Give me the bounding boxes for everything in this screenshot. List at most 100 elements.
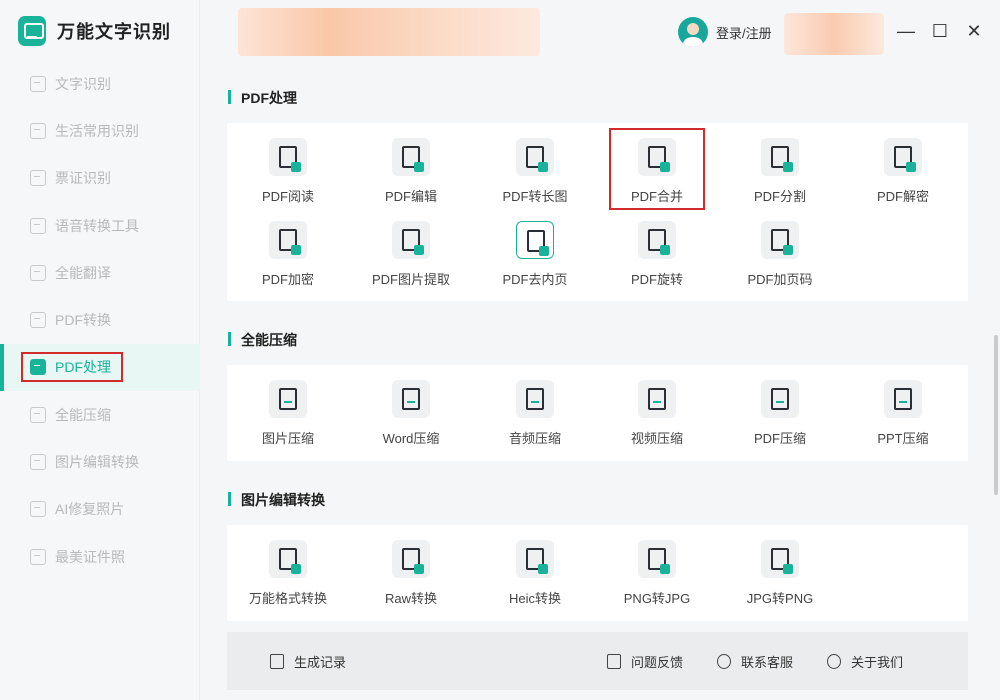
- chat-icon: [717, 654, 731, 669]
- sidebar-item-label: 票证识别: [55, 170, 111, 187]
- tool-pdf-rotate[interactable]: PDF旋转: [597, 221, 717, 297]
- sidebar-item-label: 最美证件照: [55, 548, 125, 565]
- compress-icon: [30, 406, 46, 423]
- pdf-decrypt-icon: [884, 138, 922, 176]
- sidebar-item-label: 全能翻译: [55, 264, 111, 281]
- user-login[interactable]: 登录/注册: [678, 17, 772, 47]
- pdf-edit-icon: [392, 138, 430, 176]
- pdf-process-icon: [30, 359, 46, 376]
- tool-pdf-add-page-numbers[interactable]: PDF加页码: [720, 221, 840, 297]
- pdf-rotate-icon: [638, 221, 676, 259]
- format-convert-icon: [269, 540, 307, 578]
- tool-pdf-edit[interactable]: PDF编辑: [351, 138, 471, 214]
- minimize-button[interactable]: —: [893, 18, 919, 44]
- section-title-compress: 全能压缩: [228, 330, 297, 350]
- sidebar: 万能文字识别 文字识别 生活常用识别 票证识别 语音转换工具 全能翻译 PDF转…: [0, 0, 200, 700]
- customer-service-button[interactable]: 联系客服: [717, 652, 793, 671]
- jpg-to-png-icon: [761, 540, 799, 578]
- scan-icon: [30, 75, 46, 92]
- tool-pdf-read[interactable]: PDF阅读: [228, 138, 348, 214]
- tool-word-compress[interactable]: Word压缩: [351, 380, 471, 456]
- tool-jpg-to-png[interactable]: JPG转PNG: [720, 540, 840, 616]
- panel-pdf-tools: PDF阅读 PDF编辑 PDF转长图 PDF合并 PDF分割 PDF解密 PDF…: [227, 123, 968, 301]
- tool-raw-convert[interactable]: Raw转换: [351, 540, 471, 616]
- pdf-remove-pages-icon: [516, 221, 554, 259]
- tool-audio-compress[interactable]: 音频压缩: [475, 380, 595, 456]
- video-compress-icon: [638, 380, 676, 418]
- sidebar-item-label: 文字识别: [55, 75, 111, 92]
- id-card-icon: [30, 170, 46, 187]
- sidebar-item-image-edit[interactable]: 图片编辑转换: [0, 438, 200, 485]
- scrollbar[interactable]: [994, 335, 998, 495]
- tool-pdf-merge[interactable]: PDF合并: [597, 138, 717, 214]
- sidebar-item-compress[interactable]: 全能压缩: [0, 391, 200, 438]
- footer-bar: 生成记录 问题反馈 联系客服 关于我们: [227, 632, 968, 690]
- pdf-compress-icon: [761, 380, 799, 418]
- tool-ppt-compress[interactable]: PPT压缩: [843, 380, 963, 456]
- translate-icon: [30, 264, 46, 281]
- heic-convert-icon: [516, 540, 554, 578]
- word-compress-icon: [392, 380, 430, 418]
- mail-icon: [607, 654, 621, 669]
- ppt-compress-icon: [884, 380, 922, 418]
- pdf-icon: [30, 312, 46, 329]
- tool-heic-convert[interactable]: Heic转换: [475, 540, 595, 616]
- sidebar-item-pdf-process[interactable]: PDF处理: [0, 343, 200, 392]
- sidebar-nav: 文字识别 生活常用识别 票证识别 语音转换工具 全能翻译 PDF转换 PDF处理…: [0, 60, 200, 580]
- tool-png-to-jpg[interactable]: PNG转JPG: [597, 540, 717, 616]
- tool-pdf-to-long-image[interactable]: PDF转长图: [475, 138, 595, 214]
- maximize-button[interactable]: ☐: [927, 18, 953, 44]
- feedback-button[interactable]: 问题反馈: [607, 652, 683, 671]
- sidebar-item-ticket-recognition[interactable]: 票证识别: [0, 155, 200, 202]
- sidebar-item-label: 语音转换工具: [55, 217, 139, 234]
- sidebar-item-daily-recognition[interactable]: 生活常用识别: [0, 107, 200, 154]
- vip-banner[interactable]: [784, 13, 884, 55]
- pdf-extract-images-icon: [392, 221, 430, 259]
- info-icon: [827, 654, 841, 669]
- tool-pdf-remove-pages[interactable]: PDF去内页: [475, 221, 595, 297]
- tool-pdf-decrypt[interactable]: PDF解密: [843, 138, 963, 214]
- sidebar-item-label: 生活常用识别: [55, 122, 139, 139]
- panel-compress-tools: 图片压缩 Word压缩 音频压缩 视频压缩 PDF压缩 PPT压缩: [227, 365, 968, 461]
- history-button[interactable]: 生成记录: [270, 652, 346, 671]
- app-title: 万能文字识别: [57, 22, 171, 42]
- pdf-read-icon: [269, 138, 307, 176]
- sidebar-item-label: 图片编辑转换: [55, 454, 139, 471]
- audio-compress-icon: [516, 380, 554, 418]
- pdf-merge-icon: [638, 138, 676, 176]
- tool-pdf-extract-images[interactable]: PDF图片提取: [351, 221, 471, 297]
- section-title-pdf: PDF处理: [228, 88, 297, 108]
- sidebar-item-text-recognition[interactable]: 文字识别: [0, 60, 200, 107]
- sidebar-item-label: PDF转换: [55, 312, 111, 329]
- image-compress-icon: [269, 380, 307, 418]
- sidebar-item-ai-photo-repair[interactable]: AI修复照片: [0, 486, 200, 533]
- ai-photo-icon: [30, 501, 46, 518]
- about-us-button[interactable]: 关于我们: [827, 652, 903, 671]
- clipboard-icon: [270, 654, 284, 669]
- tool-pdf-compress[interactable]: PDF压缩: [720, 380, 840, 456]
- sidebar-item-label: AI修复照片: [55, 501, 125, 518]
- raw-convert-icon: [392, 540, 430, 578]
- tool-video-compress[interactable]: 视频压缩: [597, 380, 717, 456]
- sidebar-item-voice-tools[interactable]: 语音转换工具: [0, 202, 200, 249]
- png-to-jpg-icon: [638, 540, 676, 578]
- sidebar-item-translate[interactable]: 全能翻译: [0, 249, 200, 296]
- close-button[interactable]: ✕: [961, 18, 987, 44]
- panel-image-tools: 万能格式转换 Raw转换 Heic转换 PNG转JPG JPG转PNG: [227, 525, 968, 621]
- image-icon: [30, 454, 46, 471]
- tool-pdf-encrypt[interactable]: PDF加密: [228, 221, 348, 297]
- tool-format-convert[interactable]: 万能格式转换: [228, 540, 348, 616]
- id-photo-icon: [30, 548, 46, 565]
- tool-image-compress[interactable]: 图片压缩: [228, 380, 348, 456]
- sidebar-item-pdf-convert[interactable]: PDF转换: [0, 296, 200, 343]
- login-register-link[interactable]: 登录/注册: [716, 23, 772, 42]
- ad-banner[interactable]: [238, 8, 540, 56]
- voice-icon: [30, 217, 46, 234]
- brand: 万能文字识别: [18, 16, 171, 46]
- scan-icon: [30, 122, 46, 139]
- sidebar-item-id-photo[interactable]: 最美证件照: [0, 533, 200, 580]
- avatar: [678, 17, 708, 47]
- pdf-long-image-icon: [516, 138, 554, 176]
- tool-pdf-split[interactable]: PDF分割: [720, 138, 840, 214]
- sidebar-item-label: 全能压缩: [55, 406, 111, 423]
